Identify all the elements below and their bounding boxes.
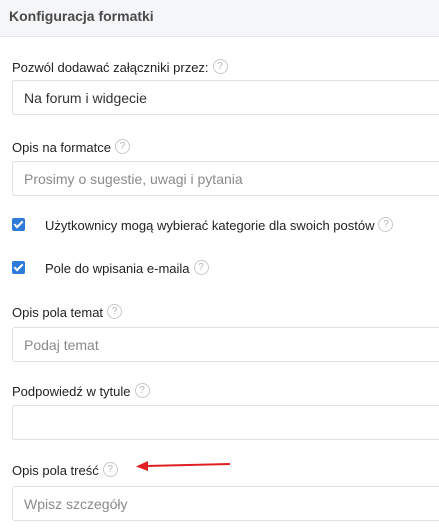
help-icon[interactable]: ? <box>102 462 118 477</box>
form-description-input[interactable] <box>12 161 439 196</box>
email-checkbox-label: Pole do wpisania e-maila <box>45 261 190 276</box>
help-icon[interactable]: ? <box>134 383 150 398</box>
subject-description-input[interactable] <box>12 327 439 362</box>
panel-title: Konfiguracja formatki <box>9 8 154 24</box>
help-icon[interactable]: ? <box>107 304 123 319</box>
form-description-label: Opis na formatce <box>12 140 111 155</box>
attachments-label-row: Pozwól dodawać załączniki przez:? <box>12 59 228 75</box>
categories-checkbox[interactable] <box>12 218 25 231</box>
title-hint-label-row: Podpowiedź w tytule? <box>12 383 150 399</box>
annotation-arrow-icon <box>136 461 231 471</box>
subject-description-label-row: Opis pola temat? <box>12 304 123 320</box>
form-description-label-row: Opis na formatce? <box>12 139 130 155</box>
email-checkbox-label-row: Pole do wpisania e-maila? <box>45 260 209 276</box>
attachments-select[interactable] <box>12 80 439 115</box>
title-hint-label: Podpowiedź w tytule <box>12 384 131 399</box>
panel-header: Konfiguracja formatki <box>0 0 439 37</box>
help-icon[interactable]: ? <box>115 139 130 154</box>
categories-checkbox-label-row: Użytkownicy mogą wybierać kategorie dla … <box>45 217 394 233</box>
categories-checkbox-label: Użytkownicy mogą wybierać kategorie dla … <box>45 218 375 233</box>
attachments-label: Pozwól dodawać załączniki przez: <box>12 60 209 75</box>
email-checkbox[interactable] <box>12 261 25 274</box>
title-hint-input[interactable] <box>12 405 439 440</box>
help-icon[interactable]: ? <box>193 260 209 275</box>
body-description-input[interactable] <box>12 486 439 521</box>
body-description-label-row: Opis pola treść? <box>12 462 118 478</box>
help-icon[interactable]: ? <box>378 217 394 232</box>
body-description-label: Opis pola treść <box>12 463 99 478</box>
subject-description-label: Opis pola temat <box>12 305 104 320</box>
help-icon[interactable]: ? <box>212 59 228 74</box>
